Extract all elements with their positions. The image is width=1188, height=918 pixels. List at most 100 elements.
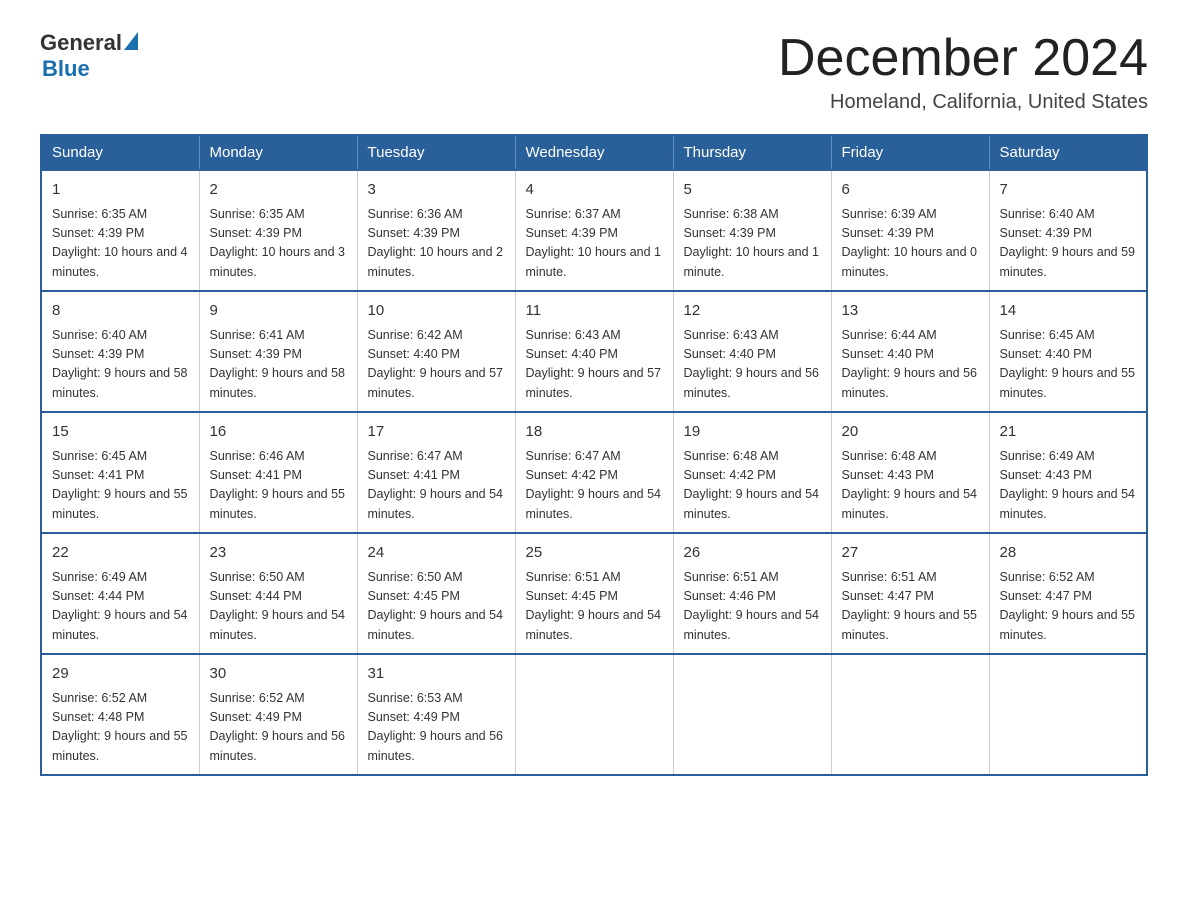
day-number: 11 — [526, 300, 663, 323]
calendar-cell: 7 Sunrise: 6:40 AMSunset: 4:39 PMDaylight… — [989, 170, 1147, 291]
calendar-cell: 5 Sunrise: 6:38 AMSunset: 4:39 PMDaylight… — [673, 170, 831, 291]
day-info: Sunrise: 6:50 AMSunset: 4:44 PMDaylight:… — [210, 568, 347, 646]
calendar-week-row: 22 Sunrise: 6:49 AMSunset: 4:44 PMDayligh… — [41, 533, 1147, 654]
day-info: Sunrise: 6:38 AMSunset: 4:39 PMDaylight:… — [684, 205, 821, 283]
day-info: Sunrise: 6:48 AMSunset: 4:43 PMDaylight:… — [842, 447, 979, 525]
day-number: 12 — [684, 300, 821, 323]
day-info: Sunrise: 6:51 AMSunset: 4:47 PMDaylight:… — [842, 568, 979, 646]
day-info: Sunrise: 6:49 AMSunset: 4:44 PMDaylight:… — [52, 568, 189, 646]
day-info: Sunrise: 6:48 AMSunset: 4:42 PMDaylight:… — [684, 447, 821, 525]
calendar-table: SundayMondayTuesdayWednesdayThursdayFrid… — [40, 134, 1148, 776]
day-info: Sunrise: 6:47 AMSunset: 4:42 PMDaylight:… — [526, 447, 663, 525]
calendar-cell: 3 Sunrise: 6:36 AMSunset: 4:39 PMDaylight… — [357, 170, 515, 291]
header-friday: Friday — [831, 135, 989, 170]
day-info: Sunrise: 6:51 AMSunset: 4:45 PMDaylight:… — [526, 568, 663, 646]
calendar-cell: 28 Sunrise: 6:52 AMSunset: 4:47 PMDayligh… — [989, 533, 1147, 654]
day-info: Sunrise: 6:51 AMSunset: 4:46 PMDaylight:… — [684, 568, 821, 646]
calendar-cell: 6Sunrise: 6:39 AMSunset: 4:39 PMDaylight… — [831, 170, 989, 291]
calendar-cell — [673, 654, 831, 775]
calendar-cell: 24 Sunrise: 6:50 AMSunset: 4:45 PMDayligh… — [357, 533, 515, 654]
logo: General Blue — [40, 30, 138, 82]
calendar-cell — [831, 654, 989, 775]
calendar-cell: 17Sunrise: 6:47 AMSunset: 4:41 PMDayligh… — [357, 412, 515, 533]
calendar-cell: 21Sunrise: 6:49 AMSunset: 4:43 PMDayligh… — [989, 412, 1147, 533]
calendar-cell: 13Sunrise: 6:44 AMSunset: 4:40 PMDayligh… — [831, 291, 989, 412]
day-info: Sunrise: 6:45 AMSunset: 4:40 PMDaylight:… — [1000, 326, 1137, 404]
day-info: Sunrise: 6:35 AMSunset: 4:39 PMDaylight:… — [52, 205, 189, 283]
logo-general-text: General — [40, 30, 122, 56]
day-number: 10 — [368, 300, 505, 323]
day-number: 29 — [52, 663, 189, 686]
day-number: 31 — [368, 663, 505, 686]
day-info: Sunrise: 6:36 AMSunset: 4:39 PMDaylight:… — [368, 205, 505, 283]
calendar-week-row: 8 Sunrise: 6:40 AMSunset: 4:39 PMDaylight… — [41, 291, 1147, 412]
day-number: 5 — [684, 179, 821, 202]
day-info: Sunrise: 6:40 AMSunset: 4:39 PMDaylight:… — [52, 326, 189, 404]
calendar-cell: 12 Sunrise: 6:43 AMSunset: 4:40 PMDayligh… — [673, 291, 831, 412]
day-info: Sunrise: 6:45 AMSunset: 4:41 PMDaylight:… — [52, 447, 189, 525]
day-number: 7 — [1000, 179, 1137, 202]
calendar-cell: 10 Sunrise: 6:42 AMSunset: 4:40 PMDayligh… — [357, 291, 515, 412]
day-info: Sunrise: 6:47 AMSunset: 4:41 PMDaylight:… — [368, 447, 505, 525]
day-number: 8 — [52, 300, 189, 323]
day-info: Sunrise: 6:35 AMSunset: 4:39 PMDaylight:… — [210, 205, 347, 283]
title-block: December 2024 Homeland, California, Unit… — [778, 30, 1148, 114]
day-number: 14 — [1000, 300, 1137, 323]
page-header: General Blue December 2024 Homeland, Cal… — [40, 30, 1148, 114]
header-wednesday: Wednesday — [515, 135, 673, 170]
day-info: Sunrise: 6:40 AMSunset: 4:39 PMDaylight:… — [1000, 205, 1137, 283]
calendar-header-row: SundayMondayTuesdayWednesdayThursdayFrid… — [41, 135, 1147, 170]
day-info: Sunrise: 6:42 AMSunset: 4:40 PMDaylight:… — [368, 326, 505, 404]
day-info: Sunrise: 6:49 AMSunset: 4:43 PMDaylight:… — [1000, 447, 1137, 525]
month-title: December 2024 — [778, 30, 1148, 87]
day-info: Sunrise: 6:43 AMSunset: 4:40 PMDaylight:… — [526, 326, 663, 404]
calendar-cell — [989, 654, 1147, 775]
header-saturday: Saturday — [989, 135, 1147, 170]
calendar-cell: 19 Sunrise: 6:48 AMSunset: 4:42 PMDayligh… — [673, 412, 831, 533]
day-info: Sunrise: 6:53 AMSunset: 4:49 PMDaylight:… — [368, 689, 505, 767]
location-title: Homeland, California, United States — [778, 91, 1148, 114]
day-number: 23 — [210, 542, 347, 565]
calendar-cell: 1 Sunrise: 6:35 AMSunset: 4:39 PMDaylight… — [41, 170, 199, 291]
day-info: Sunrise: 6:52 AMSunset: 4:47 PMDaylight:… — [1000, 568, 1137, 646]
calendar-cell: 4Sunrise: 6:37 AMSunset: 4:39 PMDaylight… — [515, 170, 673, 291]
day-number: 3 — [368, 179, 505, 202]
logo-blue-text: Blue — [42, 56, 138, 82]
calendar-cell: 20 Sunrise: 6:48 AMSunset: 4:43 PMDayligh… — [831, 412, 989, 533]
day-number: 28 — [1000, 542, 1137, 565]
day-number: 16 — [210, 421, 347, 444]
calendar-cell: 16 Sunrise: 6:46 AMSunset: 4:41 PMDayligh… — [199, 412, 357, 533]
day-number: 22 — [52, 542, 189, 565]
calendar-cell: 8 Sunrise: 6:40 AMSunset: 4:39 PMDaylight… — [41, 291, 199, 412]
day-info: Sunrise: 6:52 AMSunset: 4:48 PMDaylight:… — [52, 689, 189, 767]
calendar-cell: 27 Sunrise: 6:51 AMSunset: 4:47 PMDayligh… — [831, 533, 989, 654]
day-number: 30 — [210, 663, 347, 686]
day-number: 24 — [368, 542, 505, 565]
day-number: 9 — [210, 300, 347, 323]
calendar-cell: 2Sunrise: 6:35 AMSunset: 4:39 PMDaylight… — [199, 170, 357, 291]
day-number: 20 — [842, 421, 979, 444]
day-info: Sunrise: 6:46 AMSunset: 4:41 PMDaylight:… — [210, 447, 347, 525]
calendar-week-row: 29 Sunrise: 6:52 AMSunset: 4:48 PMDayligh… — [41, 654, 1147, 775]
header-sunday: Sunday — [41, 135, 199, 170]
day-info: Sunrise: 6:43 AMSunset: 4:40 PMDaylight:… — [684, 326, 821, 404]
calendar-cell: 9Sunrise: 6:41 AMSunset: 4:39 PMDaylight… — [199, 291, 357, 412]
day-number: 25 — [526, 542, 663, 565]
calendar-cell: 25 Sunrise: 6:51 AMSunset: 4:45 PMDayligh… — [515, 533, 673, 654]
day-number: 15 — [52, 421, 189, 444]
calendar-cell: 18Sunrise: 6:47 AMSunset: 4:42 PMDayligh… — [515, 412, 673, 533]
day-info: Sunrise: 6:50 AMSunset: 4:45 PMDaylight:… — [368, 568, 505, 646]
calendar-cell — [515, 654, 673, 775]
calendar-cell: 31 Sunrise: 6:53 AMSunset: 4:49 PMDayligh… — [357, 654, 515, 775]
day-number: 27 — [842, 542, 979, 565]
logo-triangle-icon — [124, 32, 138, 50]
day-info: Sunrise: 6:39 AMSunset: 4:39 PMDaylight:… — [842, 205, 979, 283]
day-number: 19 — [684, 421, 821, 444]
calendar-cell: 22 Sunrise: 6:49 AMSunset: 4:44 PMDayligh… — [41, 533, 199, 654]
header-monday: Monday — [199, 135, 357, 170]
day-info: Sunrise: 6:37 AMSunset: 4:39 PMDaylight:… — [526, 205, 663, 283]
header-thursday: Thursday — [673, 135, 831, 170]
day-number: 1 — [52, 179, 189, 202]
calendar-week-row: 1 Sunrise: 6:35 AMSunset: 4:39 PMDaylight… — [41, 170, 1147, 291]
day-info: Sunrise: 6:52 AMSunset: 4:49 PMDaylight:… — [210, 689, 347, 767]
